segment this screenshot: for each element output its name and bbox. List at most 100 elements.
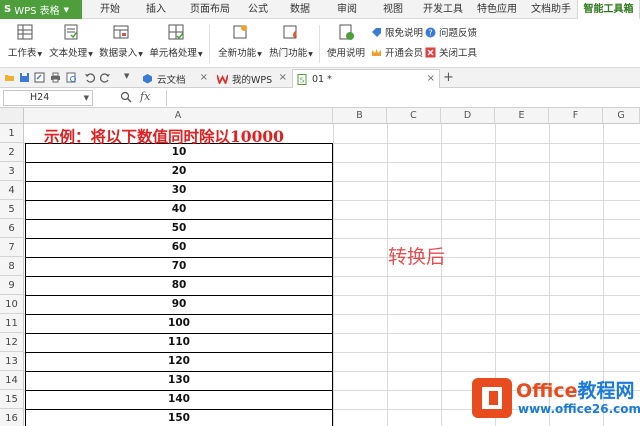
watermark-title: Office教程网 bbox=[516, 380, 635, 402]
chevron-down-icon: ▼ bbox=[257, 51, 262, 58]
wps-brand-button[interactable]: S WPS 表格 ▼ bbox=[0, 0, 82, 19]
cell-a16[interactable]: 150 bbox=[25, 409, 333, 426]
menu-data[interactable]: 数据 bbox=[283, 0, 317, 19]
spreadsheet-file-icon: S bbox=[297, 73, 307, 85]
row-header[interactable]: 15 bbox=[0, 390, 24, 409]
feedback-label: 问题反馈 bbox=[439, 28, 478, 39]
save-icon[interactable] bbox=[19, 72, 30, 83]
cell-a15[interactable]: 140 bbox=[25, 390, 333, 409]
cell-a4[interactable]: 30 bbox=[25, 181, 333, 200]
cell-a14[interactable]: 130 bbox=[25, 371, 333, 390]
menu-page-layout[interactable]: 页面布局 bbox=[184, 0, 236, 19]
wps-w-icon bbox=[217, 74, 228, 84]
cell-a2[interactable]: 10 bbox=[25, 143, 333, 162]
menu-insert[interactable]: 插入 bbox=[138, 0, 174, 19]
open-membership-link[interactable]: 开通会员 bbox=[371, 45, 423, 59]
column-header-f[interactable]: F bbox=[549, 108, 603, 124]
cell-a10[interactable]: 90 bbox=[25, 295, 333, 314]
feedback-link[interactable]: ? 问题反馈 bbox=[425, 25, 477, 39]
row-header[interactable]: 2 bbox=[0, 143, 24, 162]
cell-a12[interactable]: 110 bbox=[25, 333, 333, 352]
usage-guide-button[interactable]: 使用说明 bbox=[325, 23, 367, 59]
cell-a8[interactable]: 70 bbox=[25, 257, 333, 276]
row-header[interactable]: 11 bbox=[0, 314, 24, 333]
menu-developer[interactable]: 开发工具 bbox=[418, 0, 468, 19]
cell-a3[interactable]: 20 bbox=[25, 162, 333, 181]
close-icon[interactable]: × bbox=[279, 72, 287, 83]
menu-doc-assistant[interactable]: 文档助手 bbox=[526, 0, 576, 19]
menu-formula[interactable]: 公式 bbox=[242, 0, 274, 19]
zoom-icon[interactable] bbox=[120, 91, 132, 103]
row-header[interactable]: 14 bbox=[0, 371, 24, 390]
print-icon[interactable] bbox=[50, 72, 61, 83]
row-header[interactable]: 3 bbox=[0, 162, 24, 181]
menu-view[interactable]: 视图 bbox=[376, 0, 410, 19]
cell-processing-button[interactable]: 单元格处理▼ bbox=[148, 23, 204, 59]
column-header-c[interactable]: C bbox=[387, 108, 441, 124]
column-header-e[interactable]: E bbox=[495, 108, 549, 124]
cell-a6[interactable]: 50 bbox=[25, 219, 333, 238]
quick-access-dropdown-icon[interactable]: ▼ bbox=[124, 72, 129, 80]
usage-guide-label: 使用说明 bbox=[326, 48, 365, 59]
formula-bar: H24 ▼ fx bbox=[0, 88, 640, 108]
cell-a9[interactable]: 80 bbox=[25, 276, 333, 295]
new-tab-plus-icon[interactable]: + bbox=[443, 70, 454, 85]
row-header[interactable]: 16 bbox=[0, 409, 24, 426]
tab-cloud-docs[interactable]: 云文档 × bbox=[138, 69, 212, 88]
row-header[interactable]: 4 bbox=[0, 181, 24, 200]
data-entry-label: 数据录入 bbox=[99, 48, 138, 59]
select-all-corner[interactable] bbox=[0, 108, 24, 124]
cell-a11[interactable]: 100 bbox=[25, 314, 333, 333]
row-header[interactable]: 12 bbox=[0, 333, 24, 352]
cell-processing-icon bbox=[168, 24, 184, 40]
new-features-button[interactable]: 全新功能▼ bbox=[216, 23, 264, 59]
row-header[interactable]: 1 bbox=[0, 124, 24, 143]
cell-a5[interactable]: 40 bbox=[25, 200, 333, 219]
formula-input[interactable] bbox=[166, 90, 636, 106]
insert-function-icon[interactable]: fx bbox=[140, 90, 150, 103]
office-logo-icon bbox=[472, 378, 512, 418]
wps-logo-icon: S bbox=[4, 4, 12, 15]
row-header[interactable]: 10 bbox=[0, 295, 24, 314]
tab-document-01[interactable]: S 01 * × bbox=[292, 69, 440, 88]
menu-review[interactable]: 审阅 bbox=[330, 0, 364, 19]
close-icon[interactable]: × bbox=[427, 73, 435, 84]
menu-smart-toolbox[interactable]: 智能工具箱 bbox=[577, 0, 640, 20]
close-icon[interactable]: × bbox=[200, 72, 208, 83]
undo-icon[interactable] bbox=[84, 72, 95, 83]
cell-a13[interactable]: 120 bbox=[25, 352, 333, 371]
row-header[interactable]: 7 bbox=[0, 238, 24, 257]
cell-a7[interactable]: 60 bbox=[25, 238, 333, 257]
open-membership-label: 开通会员 bbox=[385, 48, 424, 59]
row-header[interactable]: 6 bbox=[0, 219, 24, 238]
tab-label: 云文档 bbox=[157, 74, 186, 86]
worksheet-button[interactable]: 工作表▼ bbox=[6, 23, 44, 59]
row-header[interactable]: 5 bbox=[0, 200, 24, 219]
row-header[interactable]: 13 bbox=[0, 352, 24, 371]
text-processing-button[interactable]: 文本处理▼ bbox=[47, 23, 95, 59]
redo-icon[interactable] bbox=[100, 72, 111, 83]
column-header-a[interactable]: A bbox=[24, 108, 333, 124]
ribbon: 工作表▼ 文本处理▼ 数据录入▼ 单元格处理▼ 全新功能▼ 热门功能▼ 使用说明… bbox=[0, 19, 640, 68]
print-preview-icon[interactable] bbox=[66, 72, 77, 83]
row-header[interactable]: 9 bbox=[0, 276, 24, 295]
tab-my-wps[interactable]: 我的WPS × bbox=[213, 69, 291, 88]
menu-special[interactable]: 特色应用 bbox=[472, 0, 522, 19]
menu-home[interactable]: 开始 bbox=[92, 0, 128, 19]
hot-features-button[interactable]: 热门功能▼ bbox=[267, 23, 315, 59]
chevron-down-icon: ▼ bbox=[83, 94, 89, 102]
data-entry-button[interactable]: 数据录入▼ bbox=[97, 23, 145, 59]
save-as-icon[interactable] bbox=[34, 72, 45, 83]
new-features-label: 全新功能 bbox=[218, 48, 257, 59]
row-header[interactable]: 8 bbox=[0, 257, 24, 276]
name-box[interactable]: H24 ▼ bbox=[3, 90, 93, 106]
chevron-down-icon: ▼ bbox=[138, 51, 143, 58]
close-tool-link[interactable]: 关闭工具 bbox=[425, 45, 477, 59]
ribbon-divider bbox=[209, 25, 210, 63]
worksheet-label: 工作表 bbox=[7, 48, 37, 59]
column-header-b[interactable]: B bbox=[333, 108, 387, 124]
free-info-link[interactable]: 限免说明 bbox=[371, 25, 423, 39]
column-header-d[interactable]: D bbox=[441, 108, 495, 124]
column-header-g[interactable]: G bbox=[603, 108, 640, 124]
open-folder-icon[interactable] bbox=[4, 72, 15, 83]
